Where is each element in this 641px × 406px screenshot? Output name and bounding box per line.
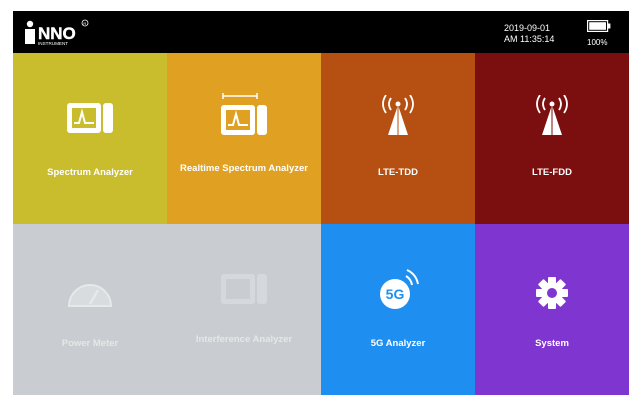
- time-text: AM 11:35:14: [504, 34, 555, 44]
- svg-text:5G: 5G: [386, 286, 405, 302]
- svg-text:INSTRUMENT: INSTRUMENT: [38, 41, 68, 46]
- battery-icon: [587, 20, 611, 32]
- date-time: 2019-09-01 AM 11:35:14: [504, 23, 554, 45]
- device-screen: NNO INSTRUMENT R 2019-09-01 AM 11:35:14 …: [13, 11, 629, 395]
- tile-lte-tdd[interactable]: LTE-TDD: [321, 53, 475, 224]
- status-bar: NNO INSTRUMENT R 2019-09-01 AM 11:35:14 …: [13, 11, 629, 53]
- tile-lte-fdd[interactable]: LTE-FDD: [475, 53, 629, 224]
- realtime-spectrum-icon: [221, 93, 267, 135]
- tile-interference-analyzer: Interference Analyzer: [167, 224, 321, 395]
- tile-label: Interference Analyzer: [195, 334, 293, 345]
- tile-system[interactable]: System: [475, 224, 629, 395]
- battery-percent: 100%: [587, 38, 608, 47]
- tile-label: Spectrum Analyzer: [47, 167, 133, 178]
- gear-icon: [536, 277, 568, 309]
- tile-5g-analyzer[interactable]: 5G 5G Analyzer: [321, 224, 475, 395]
- antenna-icon: [382, 95, 414, 135]
- tile-label: Realtime Spectrum Analyzer: [180, 163, 308, 174]
- gauge-icon: [67, 284, 113, 307]
- inno-logo: NNO INSTRUMENT R: [25, 19, 89, 46]
- tile-power-meter: Power Meter: [13, 224, 167, 395]
- 5g-icon: 5G: [380, 269, 419, 309]
- tile-label: System: [535, 338, 569, 349]
- antenna-icon: [536, 95, 568, 135]
- spectrum-analyzer-icon: [67, 103, 113, 133]
- tile-spectrum-analyzer[interactable]: Spectrum Analyzer: [13, 53, 167, 224]
- app-grid: Spectrum Analyzer Realtime Spectrum Anal…: [13, 53, 629, 395]
- tile-realtime-spectrum-analyzer[interactable]: Realtime Spectrum Analyzer: [167, 53, 321, 224]
- tile-label: Power Meter: [61, 338, 119, 349]
- date-text: 2019-09-01: [504, 23, 551, 33]
- svg-text:R: R: [83, 21, 86, 26]
- tile-label: LTE-FDD: [532, 167, 572, 178]
- tile-label: LTE-TDD: [378, 167, 418, 178]
- tile-label: 5G Analyzer: [370, 338, 426, 349]
- interference-icon: [221, 274, 267, 304]
